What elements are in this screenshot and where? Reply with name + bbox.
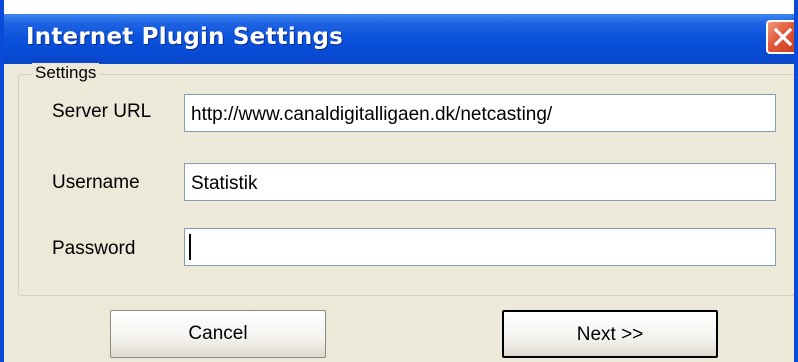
close-button[interactable] <box>766 20 794 54</box>
next-button[interactable]: Next >> <box>502 310 718 358</box>
settings-group-label: Settings <box>32 63 100 83</box>
window-title: Internet Plugin Settings <box>26 24 344 50</box>
text-caret <box>189 234 191 260</box>
server-url-label: Server URL <box>52 101 152 122</box>
username-input[interactable] <box>184 163 776 201</box>
cancel-button[interactable]: Cancel <box>110 310 326 358</box>
close-icon <box>773 27 793 47</box>
server-url-input[interactable] <box>184 94 776 132</box>
dialog-window: Internet Plugin Settings Settings Server… <box>0 0 798 362</box>
password-label: Password <box>52 238 136 259</box>
password-input[interactable] <box>184 228 776 266</box>
username-label: Username <box>52 172 140 193</box>
titlebar-top-edge <box>4 0 794 14</box>
